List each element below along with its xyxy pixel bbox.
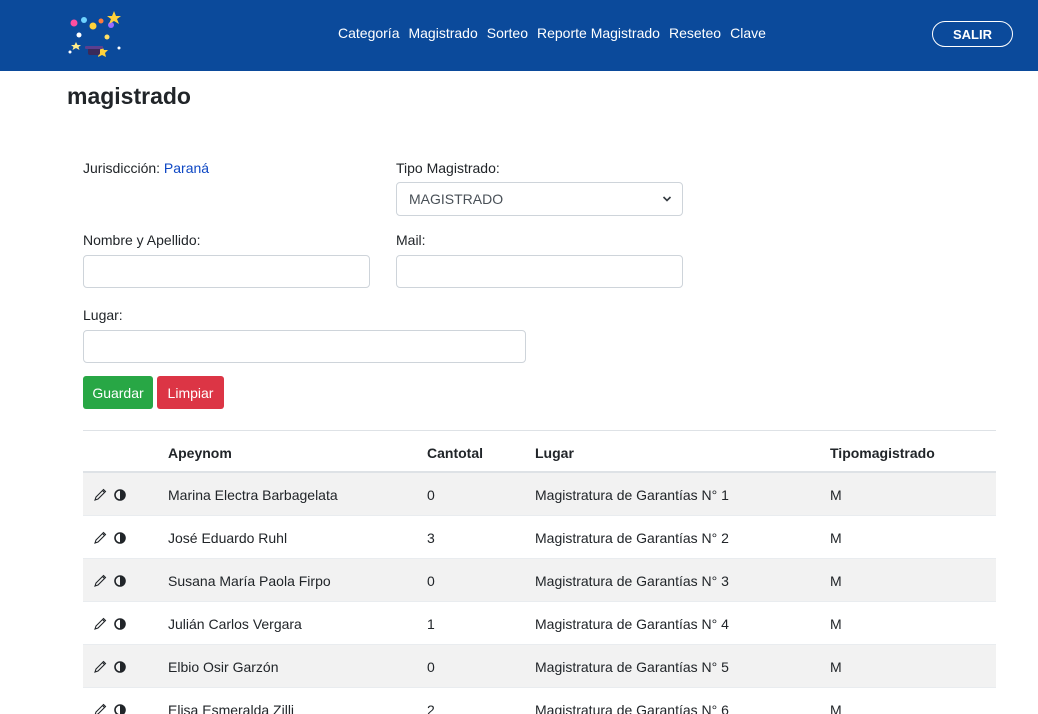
table-row: Julián Carlos Vergara 1 Magistratura de … bbox=[83, 602, 996, 645]
pencil-icon[interactable] bbox=[93, 531, 109, 545]
cell-cantotal: 0 bbox=[427, 573, 435, 589]
guardar-button[interactable]: Guardar bbox=[83, 376, 153, 409]
nav-link-sorteo[interactable]: Sorteo bbox=[487, 25, 528, 41]
cell-apeynom: José Eduardo Ruhl bbox=[168, 530, 288, 546]
cell-apeynom: Elisa Esmeralda Zilli bbox=[168, 702, 295, 714]
magistrados-table: Apeynom Cantotal Lugar Tipomagistrado Ma… bbox=[83, 430, 996, 714]
jurisdiccion-label: Jurisdicción: bbox=[83, 160, 161, 176]
lugar-input[interactable] bbox=[83, 330, 526, 363]
table-row: José Eduardo Ruhl 3 Magistratura de Gara… bbox=[83, 516, 996, 559]
limpiar-button[interactable]: Limpiar bbox=[157, 376, 224, 409]
row-actions bbox=[93, 574, 128, 588]
nombre-apellido-label: Nombre y Apellido: bbox=[83, 232, 201, 248]
nav-link-reseteo[interactable]: Reseteo bbox=[669, 25, 721, 41]
pencil-icon[interactable] bbox=[93, 617, 109, 631]
cell-lugar: Magistratura de Garantías N° 1 bbox=[535, 487, 729, 503]
cell-tipomagistrado: M bbox=[830, 487, 842, 503]
row-actions bbox=[93, 488, 128, 502]
lugar-label: Lugar: bbox=[83, 307, 123, 323]
pencil-icon[interactable] bbox=[93, 574, 109, 588]
row-actions bbox=[93, 531, 128, 545]
cell-cantotal: 0 bbox=[427, 487, 435, 503]
table-body: Marina Electra Barbagelata 0 Magistratur… bbox=[83, 473, 996, 714]
table-header: Apeynom Cantotal Lugar Tipomagistrado bbox=[83, 430, 996, 473]
tipo-magistrado-label: Tipo Magistrado: bbox=[396, 160, 500, 176]
table-row: Marina Electra Barbagelata 0 Magistratur… bbox=[83, 473, 996, 516]
table-row: Elisa Esmeralda Zilli 2 Magistratura de … bbox=[83, 688, 996, 714]
column-header-apeynom[interactable]: Apeynom bbox=[168, 445, 232, 461]
tipo-magistrado-select[interactable]: MAGISTRADO bbox=[396, 182, 683, 216]
tipo-magistrado-selected: MAGISTRADO bbox=[409, 191, 504, 207]
cell-tipomagistrado: M bbox=[830, 616, 842, 632]
toggle-icon[interactable] bbox=[112, 488, 128, 502]
cell-lugar: Magistratura de Garantías N° 6 bbox=[535, 702, 729, 714]
cell-lugar: Magistratura de Garantías N° 4 bbox=[535, 616, 729, 632]
main-nav: Categoría Magistrado Sorteo Reporte Magi… bbox=[338, 25, 766, 41]
cell-tipomagistrado: M bbox=[830, 573, 842, 589]
cell-cantotal: 0 bbox=[427, 659, 435, 675]
nombre-apellido-input[interactable] bbox=[83, 255, 370, 288]
column-header-cantotal[interactable]: Cantotal bbox=[427, 445, 483, 461]
pencil-icon[interactable] bbox=[93, 488, 109, 502]
nav-link-clave[interactable]: Clave bbox=[730, 25, 766, 41]
jurisdiccion-value: Paraná bbox=[163, 160, 210, 176]
mail-input[interactable] bbox=[396, 255, 683, 288]
cell-apeynom: Susana María Paola Firpo bbox=[168, 573, 331, 589]
cell-lugar: Magistratura de Garantías N° 3 bbox=[535, 573, 729, 589]
toggle-icon[interactable] bbox=[112, 531, 128, 545]
nav-link-reporte-magistrado[interactable]: Reporte Magistrado bbox=[537, 25, 660, 41]
app-logo-icon[interactable] bbox=[62, 8, 126, 62]
pencil-icon[interactable] bbox=[93, 703, 109, 714]
cell-cantotal: 2 bbox=[427, 702, 435, 714]
toggle-icon[interactable] bbox=[112, 703, 128, 714]
toggle-icon[interactable] bbox=[112, 574, 128, 588]
table-row: Susana María Paola Firpo 0 Magistratura … bbox=[83, 559, 996, 602]
top-navbar: Categoría Magistrado Sorteo Reporte Magi… bbox=[0, 0, 1038, 71]
row-actions bbox=[93, 703, 128, 714]
mail-label: Mail: bbox=[396, 232, 426, 248]
cell-cantotal: 3 bbox=[427, 530, 435, 546]
toggle-icon[interactable] bbox=[112, 660, 128, 674]
page-title: magistrado bbox=[67, 83, 191, 109]
cell-tipomagistrado: M bbox=[830, 530, 842, 546]
cell-tipomagistrado: M bbox=[830, 702, 842, 714]
cell-apeynom: Elbio Osir Garzón bbox=[168, 659, 279, 675]
column-header-lugar[interactable]: Lugar bbox=[535, 445, 574, 461]
row-actions bbox=[93, 617, 128, 631]
cell-tipomagistrado: M bbox=[830, 659, 842, 675]
logout-button[interactable]: SALIR bbox=[932, 21, 1013, 47]
nav-link-categoria[interactable]: Categoría bbox=[338, 25, 399, 41]
row-actions bbox=[93, 660, 128, 674]
column-header-tipomagistrado[interactable]: Tipomagistrado bbox=[830, 445, 935, 461]
cell-apeynom: Marina Electra Barbagelata bbox=[168, 487, 338, 503]
table-row: Elbio Osir Garzón 0 Magistratura de Gara… bbox=[83, 645, 996, 688]
pencil-icon[interactable] bbox=[93, 660, 109, 674]
jurisdiccion-field: Jurisdicción: Paraná bbox=[83, 160, 209, 176]
nav-link-magistrado[interactable]: Magistrado bbox=[408, 25, 477, 41]
cell-cantotal: 1 bbox=[427, 616, 435, 632]
chevron-down-icon bbox=[662, 196, 672, 202]
cell-lugar: Magistratura de Garantías N° 5 bbox=[535, 659, 729, 675]
cell-apeynom: Julián Carlos Vergara bbox=[168, 616, 302, 632]
cell-lugar: Magistratura de Garantías N° 2 bbox=[535, 530, 729, 546]
toggle-icon[interactable] bbox=[112, 617, 128, 631]
